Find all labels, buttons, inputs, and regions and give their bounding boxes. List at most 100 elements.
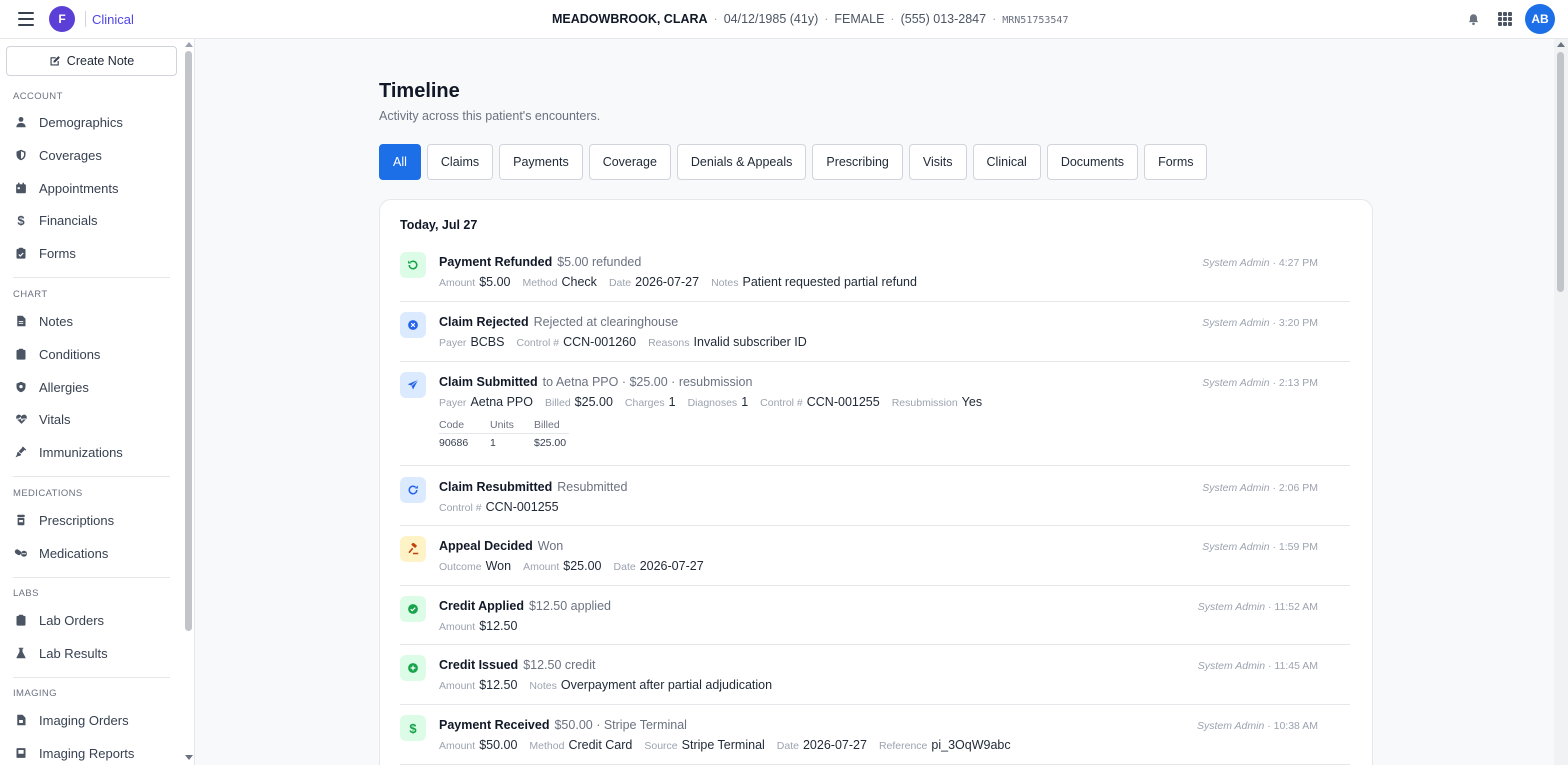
field-key: Date: [613, 561, 636, 573]
sidebar-item-imaging-reports[interactable]: Imaging Reports: [13, 742, 134, 764]
sidebar-item-forms[interactable]: Forms: [13, 242, 76, 264]
menu-icon[interactable]: [18, 12, 34, 26]
sidebar-item-label: Notes: [39, 313, 73, 329]
clipboard-icon: [13, 245, 29, 261]
field-key: Method: [529, 740, 565, 752]
tab-claims[interactable]: Claims: [426, 144, 494, 180]
event-summary: $12.50 credit: [523, 658, 596, 672]
sidebar-item-lab-results[interactable]: Lab Results: [13, 642, 108, 664]
patient-dob: 04/12/1985 (41y): [723, 12, 819, 26]
tab-payments[interactable]: Payments: [499, 144, 583, 180]
sidebar-item-financials[interactable]: $ Financials: [13, 209, 98, 231]
bell-icon[interactable]: [1467, 13, 1480, 26]
event-title: Payment Refunded: [439, 255, 553, 269]
patient-sex: FEMALE: [834, 12, 885, 26]
timeline-event[interactable]: Payment Refunded $5.00 refunded System Ad…: [400, 252, 1350, 302]
tab-denials-appeals[interactable]: Denials & Appeals: [676, 144, 807, 180]
scroll-up-icon[interactable]: [1557, 42, 1565, 47]
send-icon: [400, 372, 426, 398]
field-key: Amount: [523, 561, 560, 573]
field-key: Amount: [439, 621, 476, 633]
sidebar-item-label: Coverages: [39, 147, 102, 163]
field-value: Overpayment after partial adjudication: [560, 678, 773, 692]
field-key: Date: [776, 740, 799, 752]
field-value: Won: [485, 559, 512, 573]
event-summary: to Aetna PPO · $25.00 · resubmission: [542, 375, 753, 389]
page-scrollbar[interactable]: [1554, 39, 1568, 765]
file-icon: [13, 313, 29, 329]
event-user: System Admin: [1197, 601, 1266, 613]
sidebar-item-immunizations[interactable]: Immunizations: [13, 441, 123, 463]
person-icon: [13, 114, 29, 130]
event-fields: Amount $12.50 Notes Overpayment after parti…: [439, 678, 784, 692]
sidebar-scroll-down-icon[interactable]: [185, 755, 193, 760]
field-value: CCN-001255: [806, 395, 880, 409]
sidebar-item-label: Forms: [39, 245, 76, 261]
sidebar-item-label: Lab Results: [39, 645, 108, 661]
create-note-button[interactable]: Create Note: [6, 46, 177, 76]
page-title: Timeline: [379, 80, 460, 102]
tab-all[interactable]: All: [379, 144, 421, 180]
sidebar-item-vitals[interactable]: Vitals: [13, 408, 71, 430]
event-user: System Admin: [1202, 482, 1270, 494]
tab-prescribing[interactable]: Prescribing: [812, 144, 903, 180]
timeline-event[interactable]: Credit Issued $12.50 credit System Admin …: [400, 655, 1350, 705]
field-key: Billed: [544, 397, 571, 409]
field-key: Source: [644, 740, 678, 752]
sidebar-item-label: Immunizations: [39, 444, 123, 460]
event-user: System Admin: [1202, 541, 1270, 553]
field-value: $5.00: [479, 275, 511, 289]
event-fields: Amount $5.00 Method Check Date 2026-07-27 Note…: [439, 275, 929, 289]
sidebar-item-lab-orders[interactable]: Lab Orders: [13, 609, 104, 631]
sidebar-item-label: Financials: [39, 212, 98, 228]
sidebar-item-coverages[interactable]: Coverages: [13, 144, 102, 166]
field-value: $25.00: [574, 395, 613, 409]
field-key: Resubmission: [891, 397, 958, 409]
sidebar-item-imaging-orders[interactable]: Imaging Orders: [13, 709, 129, 731]
apps-grid-icon[interactable]: [1498, 12, 1512, 26]
edit-icon: [50, 56, 60, 66]
sidebar-item-medications[interactable]: Medications: [13, 542, 108, 564]
timeline-event[interactable]: $ Payment Received $50.00 · Stripe Termin…: [400, 715, 1350, 765]
tab-visits[interactable]: Visits: [908, 144, 967, 180]
table-header: Code: [439, 419, 465, 431]
timeline-event[interactable]: Claim Resubmitted Resubmitted System Admi…: [400, 477, 1350, 526]
timeline-event[interactable]: Claim Rejected Rejected at clearinghouse …: [400, 312, 1350, 362]
field-value: Invalid subscriber ID: [693, 335, 807, 349]
timeline-event[interactable]: Claim Submitted to Aetna PPO · $25.00 · r…: [400, 372, 1350, 466]
event-meta: System Admin · 1:59 PM: [1202, 541, 1318, 553]
timeline-event[interactable]: Credit Applied $12.50 applied System Admi…: [400, 596, 1350, 645]
event-user: System Admin: [1196, 720, 1265, 732]
sidebar-scroll-up-icon[interactable]: [185, 42, 193, 47]
event-summary: Resubmitted: [557, 480, 628, 494]
sidebar-item-appointments[interactable]: Appointments: [13, 177, 119, 199]
event-meta: System Admin · 4:27 PM: [1202, 257, 1318, 269]
field-value: Credit Card: [568, 738, 633, 752]
sidebar-item-prescriptions[interactable]: Prescriptions: [13, 509, 114, 531]
sidebar-item-notes[interactable]: Notes: [13, 310, 73, 332]
field-key: Method: [522, 277, 558, 289]
sidebar-scrollbar[interactable]: [185, 51, 192, 631]
user-avatar[interactable]: AB: [1525, 4, 1555, 34]
app-logo[interactable]: F: [49, 6, 75, 32]
sidebar-item-demographics[interactable]: Demographics: [13, 111, 123, 133]
scroll-thumb[interactable]: [1557, 52, 1564, 292]
sidebar-item-label: Demographics: [39, 114, 123, 130]
tab-coverage[interactable]: Coverage: [588, 144, 671, 180]
calendar-icon: [13, 180, 29, 196]
field-key: Amount: [439, 740, 476, 752]
timeline-event[interactable]: Appeal Decided Won System Admin · 1:59 PM…: [400, 536, 1350, 586]
sidebar-item-allergies[interactable]: Allergies: [13, 376, 89, 398]
sidebar-item-conditions[interactable]: Conditions: [13, 343, 100, 365]
tab-forms[interactable]: Forms: [1144, 144, 1208, 180]
field-value: Yes: [961, 395, 983, 409]
gavel-icon: [400, 536, 426, 562]
event-fields: Outcome Won Amount $25.00 Date 2026-07-27: [439, 559, 716, 573]
create-note-label: Create Note: [66, 54, 135, 68]
app-name[interactable]: Clinical: [92, 12, 134, 27]
tab-documents[interactable]: Documents: [1046, 144, 1139, 180]
event-summary: Won: [537, 539, 564, 553]
tab-clinical[interactable]: Clinical: [972, 144, 1041, 180]
event-time: 4:27 PM: [1278, 257, 1318, 269]
section-label-chart: CHART: [13, 289, 48, 300]
